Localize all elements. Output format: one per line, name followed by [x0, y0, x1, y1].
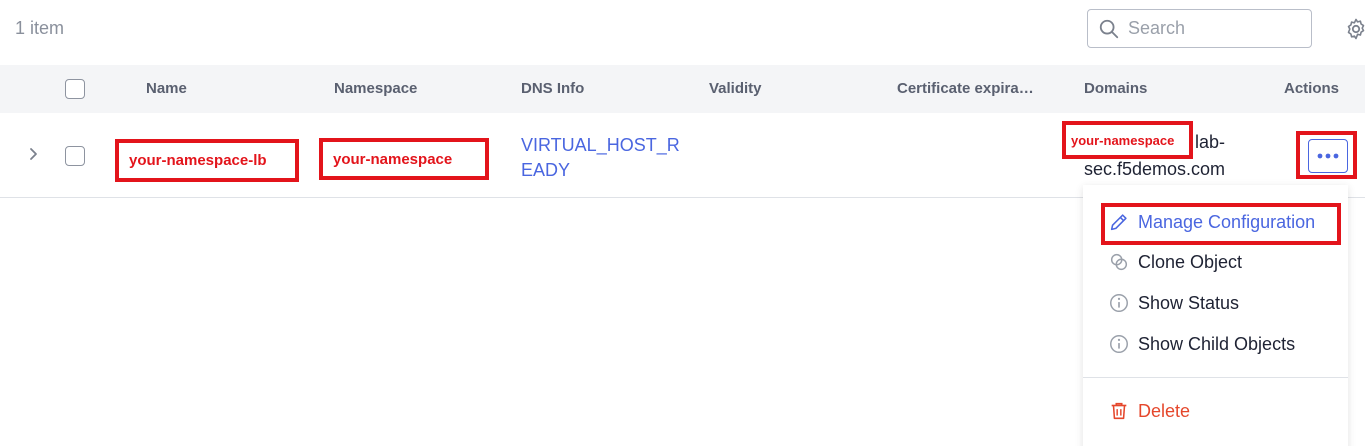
dns-info-cell: VIRTUAL_HOST_READY — [521, 135, 680, 180]
item-count: 1 item — [15, 18, 65, 38]
actions-menu: Manage Configuration Clone Object Show S… — [1083, 185, 1348, 446]
menu-item-label: Delete — [1138, 400, 1191, 421]
domain-text-line2: sec.f5demos.com — [1084, 159, 1226, 179]
menu-item-label: Show Child Objects — [1138, 333, 1296, 354]
row-checkbox[interactable] — [65, 146, 85, 166]
menu-item-show-status[interactable]: Show Status — [1083, 284, 1348, 322]
column-header-actions: Actions — [1284, 80, 1340, 97]
search-input[interactable] — [1128, 18, 1298, 39]
manage-configuration-highlight — [1101, 203, 1341, 245]
menu-item-label: Clone Object — [1138, 251, 1243, 272]
more-actions-button[interactable] — [1308, 139, 1348, 173]
column-header-validity[interactable]: Validity — [709, 65, 762, 113]
clone-icon — [1110, 253, 1128, 271]
info-icon — [1110, 335, 1128, 353]
gear-icon[interactable] — [1344, 17, 1365, 41]
column-header-dns-info[interactable]: DNS Info — [521, 65, 584, 113]
trash-icon — [1111, 402, 1127, 420]
ellipsis-icon — [1317, 153, 1339, 159]
menu-divider — [1083, 377, 1348, 378]
menu-item-delete[interactable]: Delete — [1083, 392, 1348, 430]
info-icon — [1110, 294, 1128, 312]
domain-text-line1: lab- — [1195, 132, 1226, 152]
select-all-checkbox[interactable] — [65, 79, 85, 99]
chevron-right-icon[interactable] — [28, 146, 40, 162]
menu-item-label: Show Status — [1138, 292, 1240, 313]
menu-item-clone-object[interactable]: Clone Object — [1083, 243, 1348, 281]
table-header: Name Namespace DNS Info Validity Certifi… — [0, 65, 1365, 113]
namespace-cell: your-namespace — [319, 138, 489, 180]
name-cell[interactable]: your-namespace-lb — [115, 139, 299, 182]
column-header-namespace[interactable]: Namespace — [334, 65, 417, 113]
search-box[interactable] — [1087, 9, 1312, 48]
menu-item-show-child-objects[interactable]: Show Child Objects — [1083, 325, 1348, 363]
domain-label: your-namespace — [1062, 121, 1193, 159]
column-header-certificate-expiration[interactable]: Certificate expira… — [897, 65, 1047, 113]
actions-highlight — [1296, 131, 1357, 179]
column-header-domains[interactable]: Domains — [1084, 65, 1147, 113]
search-icon — [1099, 19, 1119, 38]
column-header-name[interactable]: Name — [146, 65, 187, 113]
